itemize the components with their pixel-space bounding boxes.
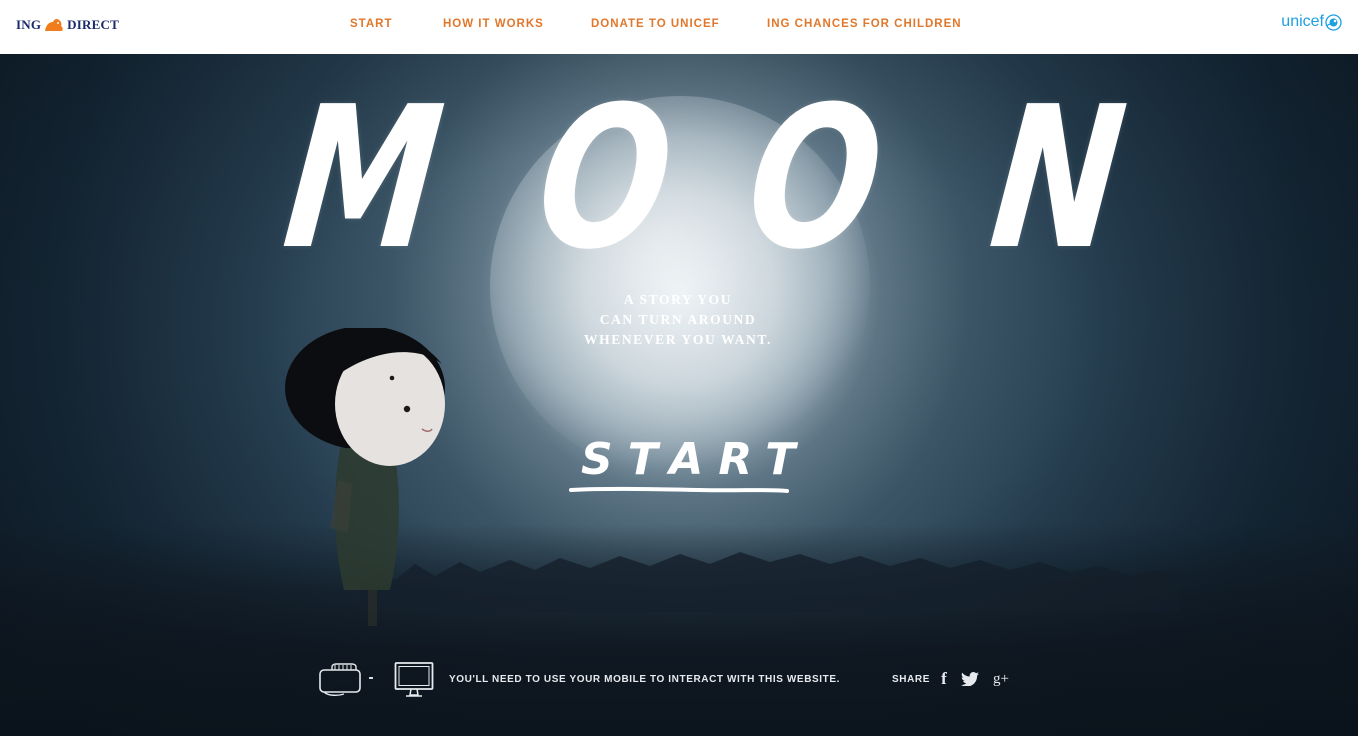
title-letter-o1: O [528,65,683,293]
start-button[interactable]: START [566,432,811,496]
title-letter-m: M [275,65,452,293]
share-label: SHARE [892,674,931,685]
nav-start[interactable]: START [350,18,392,30]
tagline-line-2: CAN TURN AROUND [599,312,757,327]
facebook-icon[interactable]: f [937,668,951,690]
desktop-icon[interactable] [394,661,434,699]
moon-title: M O O N [260,65,1134,293]
title-letter-o2: O [738,65,893,293]
nav-donate-to-unicef[interactable]: DONATE TO UNICEF [591,18,720,30]
top-navigation-bar: ING DIRECT START HOW IT WORKS DONATE TO … [0,0,1358,54]
mobile-required-notice: YOU'LL NEED TO USE YOUR MOBILE TO INTERA… [449,674,841,685]
twitter-bird-glyph [961,672,979,686]
girl-character-illustration [285,328,445,626]
nav-ing-chances-for-children[interactable]: ING CHANCES FOR CHILDREN [767,18,962,30]
google-plus-icon[interactable]: g+ [990,668,1012,690]
tagline-line-3: WHENEVER YOU WANT. [584,332,772,347]
start-button-label: START [581,434,811,485]
title-letter-n: N [982,65,1134,293]
hero-scene: M O O N A STORY YOU CAN TURN AROUND WHEN… [0,54,1358,736]
start-underline-stroke [569,486,789,493]
twitter-icon[interactable] [960,668,980,690]
nav-how-it-works[interactable]: HOW IT WORKS [443,18,544,30]
main-nav: START HOW IT WORKS DONATE TO UNICEF ING … [0,18,1358,34]
separator-dash [369,677,373,679]
mobile-icon[interactable] [318,662,364,698]
tagline-line-1: A STORY YOU [623,292,733,307]
unicef-emblem-icon [1325,13,1342,31]
unicef-wordmark: unicef [1281,13,1324,30]
device-instruction-bar: YOU'LL NEED TO USE YOUR MOBILE TO INTERA… [0,660,1358,700]
tagline: A STORY YOU CAN TURN AROUND WHENEVER YOU… [540,290,816,350]
unicef-logo[interactable]: unicef [1281,13,1342,31]
